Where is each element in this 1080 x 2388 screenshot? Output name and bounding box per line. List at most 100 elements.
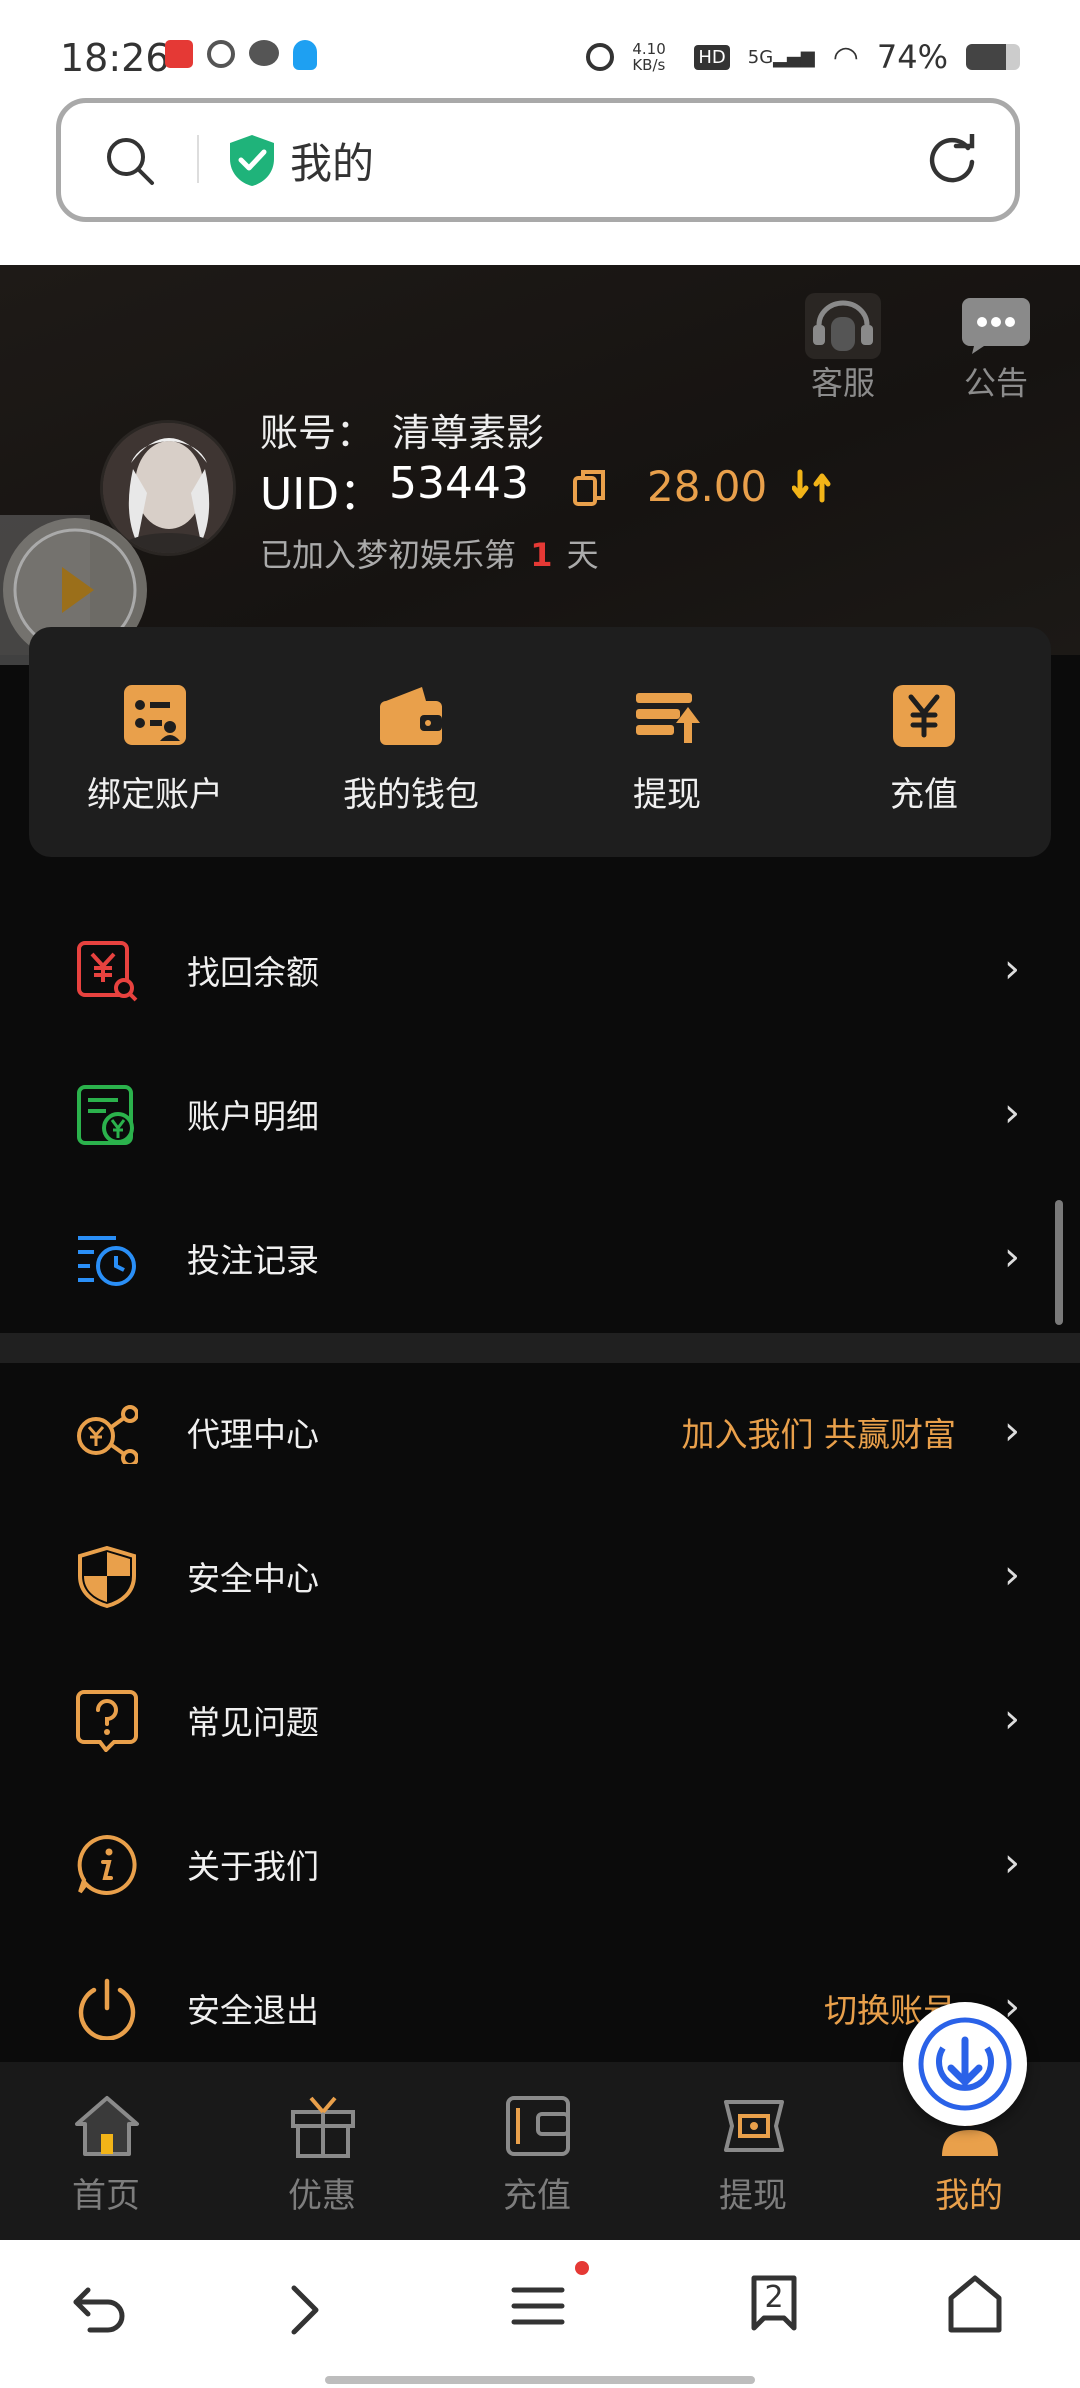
notice-label[interactable]: 公告 xyxy=(946,358,1046,404)
tab-label: 首页 xyxy=(72,2176,140,2216)
wallet-icon xyxy=(380,687,442,745)
hd-badge: HD xyxy=(694,44,730,70)
chevron-right-icon: › xyxy=(1004,1234,1020,1280)
search-icon[interactable] xyxy=(104,135,156,187)
status-bar: 18:26 4.10 KB/s HD 5G▂▄▆ ◠ 74% xyxy=(0,0,1080,100)
refresh-balance-icon[interactable] xyxy=(792,466,832,506)
joined-days: 1 xyxy=(530,536,553,574)
joined-prefix: 已加入梦初娱乐第 xyxy=(260,536,517,574)
menu-item-agent-center[interactable]: 代理中心 加入我们 共赢财富 › xyxy=(0,1360,1080,1504)
download-icon xyxy=(918,2017,1012,2111)
reload-icon[interactable] xyxy=(926,134,978,186)
tab-recharge[interactable]: 充值 xyxy=(462,2062,612,2240)
quick-action-recharge[interactable]: 充值 xyxy=(824,627,1024,857)
status-right: 4.10 KB/s HD 5G▂▄▆ ◠ 74% xyxy=(586,38,1020,76)
copy-icon[interactable] xyxy=(573,470,605,506)
tab-withdraw[interactable]: 提现 xyxy=(678,2062,828,2240)
download-fab[interactable] xyxy=(903,2002,1027,2126)
tab-home[interactable]: 首页 xyxy=(31,2062,181,2240)
service-label[interactable]: 客服 xyxy=(793,358,893,404)
gift-icon xyxy=(291,2096,355,2158)
chevron-right-icon: › xyxy=(1004,1696,1020,1742)
balance-value: 28.00 xyxy=(647,462,768,511)
menu-item-recover-balance[interactable]: 找回余额 › xyxy=(0,898,1080,1042)
menu-item-about-us[interactable]: 关于我们 › xyxy=(0,1792,1080,1936)
faq-icon xyxy=(76,1690,138,1752)
quick-action-label: 充值 xyxy=(890,775,958,815)
menu-label: 安全中心 xyxy=(187,1559,319,1598)
bet-record-icon xyxy=(78,1236,136,1286)
chevron-right-icon: › xyxy=(1004,946,1020,992)
bind-account-icon xyxy=(124,685,186,745)
home-icon xyxy=(75,2096,139,2156)
menu-label: 安全退出 xyxy=(187,1991,319,2030)
tab-label: 我的 xyxy=(935,2176,1003,2216)
power-icon xyxy=(78,1978,136,2040)
tab-count: 2 xyxy=(764,2280,784,2315)
page-title: 我的 xyxy=(290,139,375,188)
withdraw-icon xyxy=(636,693,700,743)
menu-label: 找回余额 xyxy=(187,953,319,992)
url-bar[interactable] xyxy=(56,98,1020,222)
uid-value: 53443 xyxy=(389,458,529,509)
security-shield-icon xyxy=(78,1546,136,1608)
signal-icon: 5G▂▄▆ xyxy=(747,46,815,68)
tab-label: 优惠 xyxy=(288,2176,356,2216)
menu-label: 常见问题 xyxy=(187,1703,319,1742)
quick-actions-card: 绑定账户 我的钱包 提现 充值 xyxy=(29,627,1051,857)
home-nav-icon[interactable] xyxy=(945,2274,1005,2334)
account-name: 清尊素影 xyxy=(392,411,545,455)
alarm-icon xyxy=(586,43,615,71)
menu-item-account-details[interactable]: 账户明细 › xyxy=(0,1042,1080,1186)
section-divider xyxy=(0,1333,1080,1363)
quick-action-wallet[interactable]: 我的钱包 xyxy=(311,627,511,857)
quick-action-label: 绑定账户 xyxy=(87,775,223,815)
chevron-right-icon: › xyxy=(1004,1408,1020,1454)
chevron-right-icon: › xyxy=(1004,1552,1020,1598)
agent-slogan: 加入我们 共赢财富 xyxy=(681,1415,957,1454)
scrollbar[interactable] xyxy=(1055,1200,1063,1325)
status-time: 18:26 xyxy=(60,36,170,80)
gesture-bar[interactable] xyxy=(325,2376,755,2384)
back-icon[interactable] xyxy=(70,2278,130,2338)
announcement-icon[interactable] xyxy=(962,298,1030,354)
info-icon xyxy=(77,1834,137,1895)
menu-item-security-center[interactable]: 安全中心 › xyxy=(0,1504,1080,1648)
quick-action-withdraw[interactable]: 提现 xyxy=(567,627,767,857)
menu-item-bet-record[interactable]: 投注记录 › xyxy=(0,1186,1080,1330)
forward-icon[interactable] xyxy=(280,2280,330,2340)
notification-icons xyxy=(165,40,317,70)
menu-label: 代理中心 xyxy=(187,1415,319,1454)
recover-balance-icon xyxy=(77,941,138,1002)
agent-icon xyxy=(77,1405,138,1464)
uid-label: UID： xyxy=(260,469,384,520)
joined-info: 已加入梦初娱乐第 1 天 xyxy=(260,530,599,576)
quick-action-label: 我的钱包 xyxy=(343,775,479,815)
battery-icon xyxy=(966,44,1020,70)
app-notification-icon xyxy=(165,40,193,68)
wifi-icon: ◠ xyxy=(832,39,859,75)
quick-action-bind-account[interactable]: 绑定账户 xyxy=(55,627,255,857)
battery-text: 74% xyxy=(876,38,948,76)
menu-label: 账户明细 xyxy=(187,1097,319,1136)
net-speed: 4.10 KB/s xyxy=(632,40,666,74)
joined-suffix: 天 xyxy=(566,536,599,574)
menu-label: 关于我们 xyxy=(187,1847,319,1886)
message-icon xyxy=(249,40,279,66)
account-details-icon xyxy=(77,1085,134,1145)
quick-action-label: 提现 xyxy=(633,775,701,815)
menu-icon[interactable] xyxy=(510,2260,590,2340)
browser-nav-bar: 2 xyxy=(0,2240,1080,2388)
tab-promotions[interactable]: 优惠 xyxy=(247,2062,397,2240)
customer-service-icon[interactable] xyxy=(805,293,881,359)
chevron-right-icon: › xyxy=(1004,1840,1020,1886)
menu-item-faq[interactable]: 常见问题 › xyxy=(0,1648,1080,1792)
withdraw-tab-icon xyxy=(724,2100,784,2152)
qq-icon xyxy=(293,40,317,70)
link-icon xyxy=(207,40,235,68)
recharge-tab-icon xyxy=(506,2096,570,2156)
recharge-icon xyxy=(893,685,955,747)
menu-label: 投注记录 xyxy=(187,1241,319,1280)
url-divider xyxy=(197,135,199,183)
tabs-button[interactable]: 2 xyxy=(746,2274,802,2336)
